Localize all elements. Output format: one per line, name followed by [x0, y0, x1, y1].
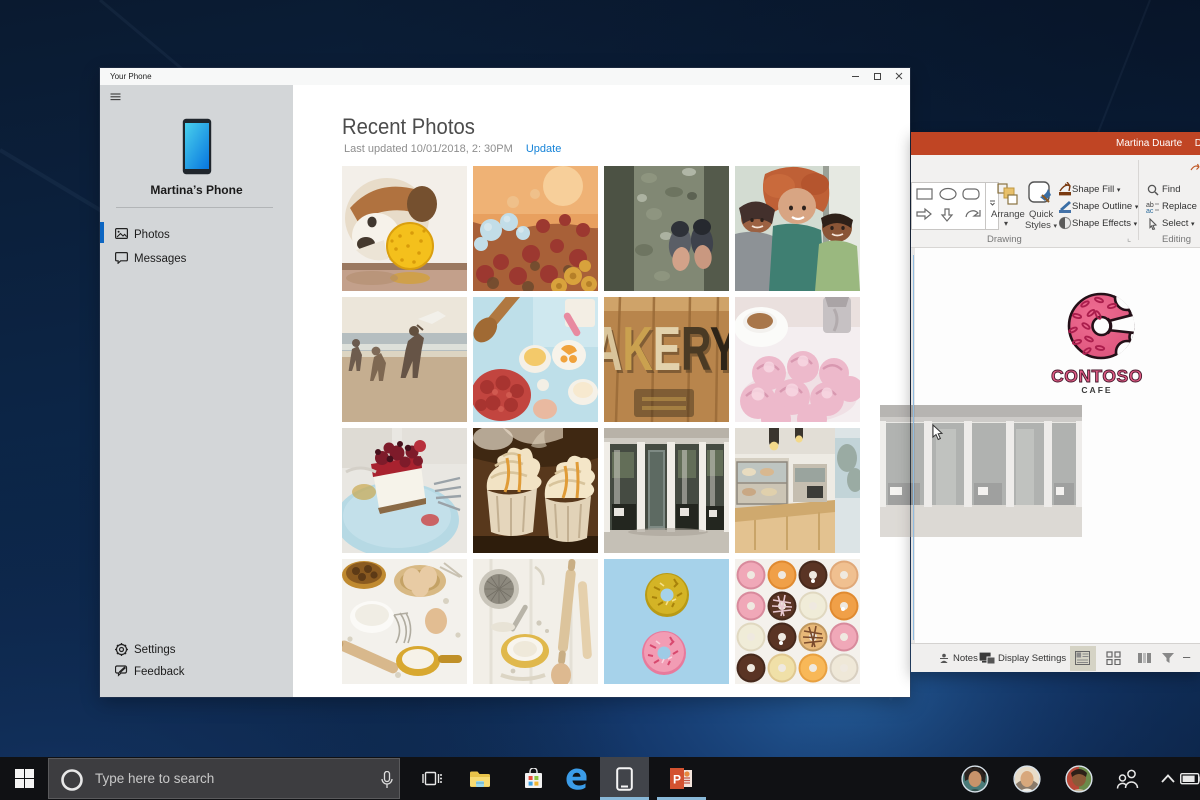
svg-text:P: P	[673, 773, 681, 787]
svg-text:CAFE: CAFE	[1081, 385, 1112, 395]
svg-text:CONTOSO: CONTOSO	[1051, 366, 1143, 386]
svg-text:ac: ac	[1146, 208, 1154, 213]
svg-text:AKERY: AKERY	[604, 315, 729, 384]
